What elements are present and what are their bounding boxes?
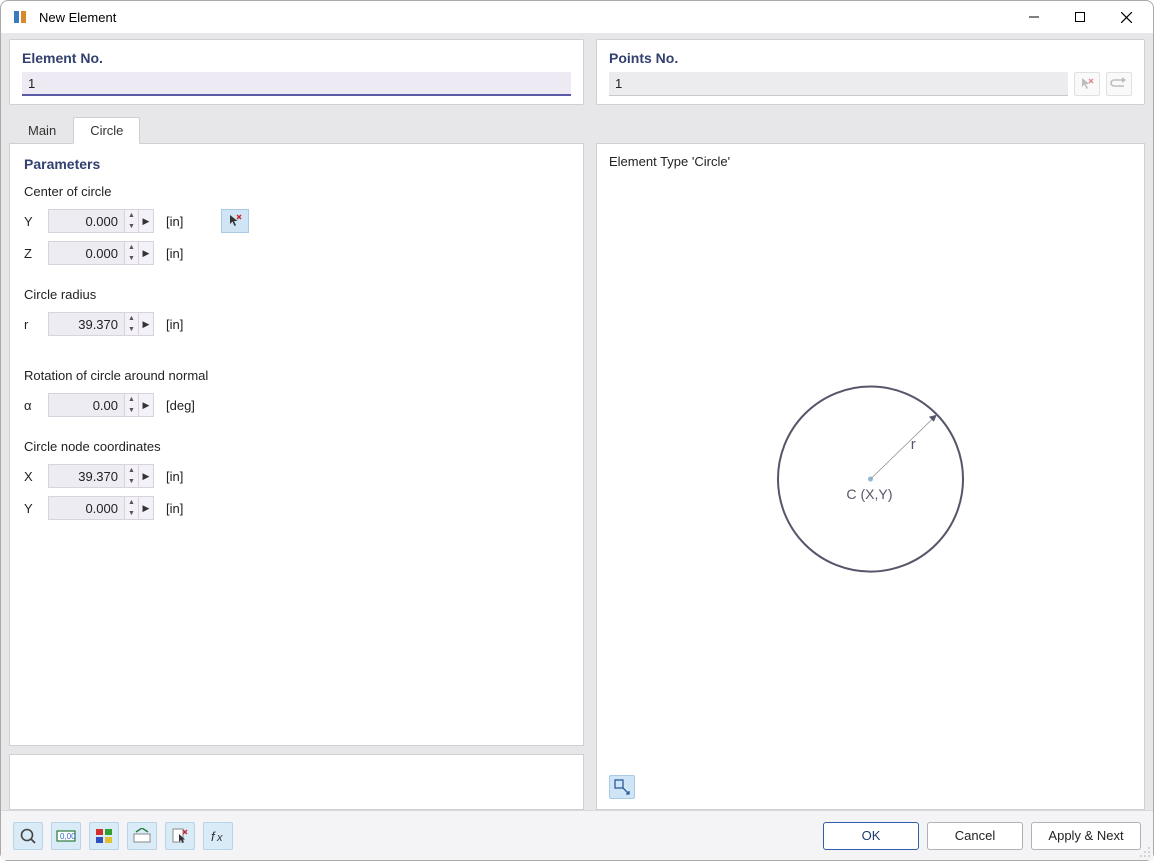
note-panel: [9, 754, 584, 810]
points-no-panel: Points No.: [596, 39, 1145, 105]
svg-text:x: x: [216, 832, 223, 844]
rotation-input[interactable]: [48, 393, 124, 417]
left-column: Parameters Center of circle Y ▲▼ ▶ [in]: [9, 143, 584, 810]
top-row: Element No. Points No.: [9, 39, 1145, 105]
node-y-input[interactable]: [48, 496, 124, 520]
center-z-row: Z ▲▼ ▶ [in]: [24, 241, 569, 265]
node-y-menu[interactable]: ▶: [138, 496, 154, 520]
radius-row: r ▲▼ ▶ [in]: [24, 312, 569, 336]
cancel-button[interactable]: Cancel: [927, 822, 1023, 850]
node-x-menu[interactable]: ▶: [138, 464, 154, 488]
radius-annotation: r: [911, 436, 916, 453]
apply-next-button[interactable]: Apply & Next: [1031, 822, 1141, 850]
dialog-window: New Element Element No. Points No.: [0, 0, 1154, 861]
points-no-input[interactable]: [609, 72, 1068, 96]
preview-title: Element Type 'Circle': [609, 154, 1132, 169]
center-z-input[interactable]: [48, 241, 124, 265]
client-area: Element No. Points No.: [1, 33, 1153, 810]
right-column: Element Type 'Circle' r C (X,Y): [596, 143, 1145, 810]
node-x-input[interactable]: [48, 464, 124, 488]
tab-main[interactable]: Main: [11, 117, 73, 144]
radius-stepper[interactable]: ▲▼: [124, 312, 138, 336]
view-button[interactable]: [127, 822, 157, 850]
center-y-stepper[interactable]: ▲▼: [124, 209, 138, 233]
node-y-row: Y ▲▼ ▶ [in]: [24, 496, 569, 520]
svg-text:0,00: 0,00: [60, 832, 76, 841]
center-annotation: C (X,Y): [846, 486, 892, 502]
node-x-stepper[interactable]: ▲▼: [124, 464, 138, 488]
function-button[interactable]: fx: [203, 822, 233, 850]
pick-button[interactable]: [165, 822, 195, 850]
node-y-unit: [in]: [166, 501, 183, 516]
help-button[interactable]: [13, 822, 43, 850]
radius-spinner[interactable]: ▲▼ ▶: [48, 312, 154, 336]
radius-unit: [in]: [166, 317, 183, 332]
preview-footer: [609, 769, 1132, 799]
parameters-title: Parameters: [24, 156, 569, 172]
node-y-spinner[interactable]: ▲▼ ▶: [48, 496, 154, 520]
element-no-input[interactable]: [22, 72, 571, 96]
tabs: Main Circle Parameters Center of circle …: [9, 117, 1145, 810]
element-no-panel: Element No.: [9, 39, 584, 105]
center-y-row: Y ▲▼ ▶ [in]: [24, 209, 569, 233]
center-label: Center of circle: [24, 184, 569, 199]
radius-menu[interactable]: ▶: [138, 312, 154, 336]
preview-panel: Element Type 'Circle' r C (X,Y): [596, 143, 1145, 810]
radius-symbol: r: [24, 317, 40, 332]
rotation-row: α ▲▼ ▶ [deg]: [24, 393, 569, 417]
resize-grip-icon[interactable]: [1139, 846, 1151, 858]
dialog-footer: 0,00 fx OK Cancel Apply & Next: [1, 810, 1153, 860]
reverse-icon: [1106, 72, 1132, 96]
center-z-menu[interactable]: ▶: [138, 241, 154, 265]
node-label: Circle node coordinates: [24, 439, 569, 454]
center-z-symbol: Z: [24, 246, 40, 261]
center-y-unit: [in]: [166, 214, 183, 229]
center-z-unit: [in]: [166, 246, 183, 261]
center-y-symbol: Y: [24, 214, 40, 229]
units-button[interactable]: 0,00: [51, 822, 81, 850]
center-y-menu[interactable]: ▶: [138, 209, 154, 233]
node-x-unit: [in]: [166, 469, 183, 484]
minimize-button[interactable]: [1011, 2, 1057, 32]
svg-text:f: f: [211, 829, 216, 844]
zoom-extents-button[interactable]: [609, 775, 635, 799]
center-z-stepper[interactable]: ▲▼: [124, 241, 138, 265]
rotation-label: Rotation of circle around normal: [24, 368, 569, 383]
radius-label: Circle radius: [24, 287, 569, 302]
rotation-spinner[interactable]: ▲▼ ▶: [48, 393, 154, 417]
ok-button[interactable]: OK: [823, 822, 919, 850]
tabstrip: Main Circle: [9, 117, 1145, 143]
color-button[interactable]: [89, 822, 119, 850]
rotation-symbol: α: [24, 398, 40, 413]
points-no-label: Points No.: [609, 50, 1132, 66]
node-y-symbol: Y: [24, 501, 40, 516]
window-title: New Element: [39, 10, 116, 25]
node-y-stepper[interactable]: ▲▼: [124, 496, 138, 520]
element-no-label: Element No.: [22, 50, 571, 66]
close-button[interactable]: [1103, 2, 1149, 32]
tab-body: Parameters Center of circle Y ▲▼ ▶ [in]: [9, 143, 1145, 810]
node-x-spinner[interactable]: ▲▼ ▶: [48, 464, 154, 488]
pick-points-icon: [1074, 72, 1100, 96]
center-y-input[interactable]: [48, 209, 124, 233]
maximize-button[interactable]: [1057, 2, 1103, 32]
app-icon: [11, 7, 31, 27]
node-x-row: X ▲▼ ▶ [in]: [24, 464, 569, 488]
parameters-panel: Parameters Center of circle Y ▲▼ ▶ [in]: [9, 143, 584, 746]
rotation-menu[interactable]: ▶: [138, 393, 154, 417]
radius-input[interactable]: [48, 312, 124, 336]
preview-canvas: r C (X,Y): [609, 169, 1132, 769]
titlebar: New Element: [1, 1, 1153, 33]
center-z-spinner[interactable]: ▲▼ ▶: [48, 241, 154, 265]
center-y-spinner[interactable]: ▲▼ ▶: [48, 209, 154, 233]
tab-circle[interactable]: Circle: [73, 117, 140, 144]
node-x-symbol: X: [24, 469, 40, 484]
pick-center-button[interactable]: [221, 209, 249, 233]
rotation-stepper[interactable]: ▲▼: [124, 393, 138, 417]
rotation-unit: [deg]: [166, 398, 195, 413]
